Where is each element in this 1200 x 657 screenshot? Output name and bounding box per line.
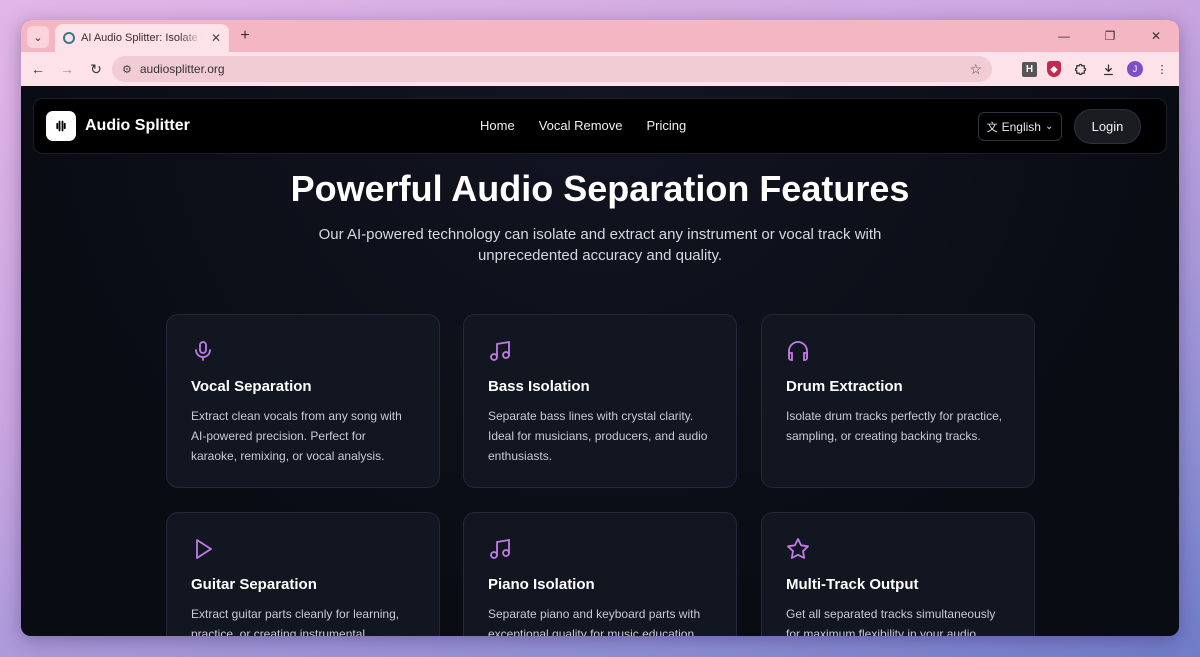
window-controls: — ❐ ✕: [1041, 20, 1179, 52]
language-select[interactable]: 文 English ⌄: [978, 112, 1062, 141]
close-window-button[interactable]: ✕: [1133, 20, 1179, 52]
tab-title: AI Audio Splitter: Isolate Vocals: [81, 32, 203, 44]
feature-description: Get all separated tracks simultaneously …: [786, 607, 996, 636]
feature-title: Piano Isolation: [488, 576, 595, 593]
feature-description: Separate piano and keyboard parts with e…: [488, 607, 701, 636]
url-text[interactable]: audiosplitter.org: [140, 62, 225, 76]
plus-icon: +: [240, 27, 250, 44]
page-subtitle: Our AI-powered technology can isolate an…: [318, 226, 882, 264]
extensions-puzzle-icon[interactable]: [1071, 60, 1089, 78]
star-icon: [787, 538, 809, 559]
site-info-icon[interactable]: ⚙: [122, 63, 132, 76]
feature-title: Drum Extraction: [786, 378, 903, 395]
feature-description: Extract clean vocals from any song with …: [191, 409, 402, 463]
site-header: Audio Splitter Home Vocal Remove Pricing…: [33, 98, 1167, 154]
back-button[interactable]: ←: [26, 57, 50, 81]
web-page: Audio Splitter Home Vocal Remove Pricing…: [21, 86, 1179, 636]
feature-title: Guitar Separation: [191, 576, 317, 593]
microphone-icon: [195, 341, 211, 361]
chevron-down-icon: ⌄: [33, 31, 43, 44]
bookmark-star-icon[interactable]: ☆: [969, 61, 982, 78]
arrow-right-icon: →: [60, 61, 74, 77]
feature-description: Isolate drum tracks perfectly for practi…: [786, 409, 1003, 443]
new-tab-button[interactable]: +: [235, 26, 255, 46]
close-icon[interactable]: ✕: [211, 31, 221, 45]
feature-description: Separate bass lines with crystal clarity…: [488, 409, 708, 463]
restore-icon: ❐: [1104, 29, 1116, 43]
extension-h-icon[interactable]: H: [1022, 61, 1037, 77]
minimize-icon: —: [1058, 29, 1070, 43]
feature-card-vocal[interactable]: Vocal Separation Extract clean vocals fr…: [166, 314, 440, 488]
arrow-left-icon: ←: [31, 61, 45, 77]
feature-title: Bass Isolation: [488, 378, 590, 395]
feature-title: Vocal Separation: [191, 378, 312, 395]
profile-avatar[interactable]: J: [1127, 61, 1143, 77]
address-bar[interactable]: ⚙ audiosplitter.org ☆: [112, 56, 992, 82]
favicon-icon: [63, 32, 75, 44]
translate-icon: 文: [986, 121, 998, 134]
browser-tab[interactable]: AI Audio Splitter: Isolate Vocals ✕: [55, 24, 229, 52]
language-label: English: [1001, 119, 1041, 134]
nav-vocal-remove[interactable]: Vocal Remove: [539, 118, 623, 133]
restore-button[interactable]: ❐: [1087, 20, 1133, 52]
tab-search-button[interactable]: ⌄: [27, 26, 49, 48]
main-nav: Home Vocal Remove Pricing: [480, 118, 686, 133]
feature-description: Extract guitar parts cleanly for learnin…: [191, 607, 400, 636]
feature-card-guitar[interactable]: Guitar Separation Extract guitar parts c…: [166, 512, 440, 636]
feature-card-bass[interactable]: Bass Isolation Separate bass lines with …: [463, 314, 737, 488]
ublock-shield-icon[interactable]: ◆: [1047, 61, 1061, 77]
music-note-icon: [490, 340, 510, 361]
tab-strip: ⌄ AI Audio Splitter: Isolate Vocals ✕ + …: [21, 20, 1179, 52]
minimize-button[interactable]: —: [1041, 20, 1087, 52]
play-icon: [196, 539, 212, 559]
close-icon: ✕: [1150, 29, 1162, 43]
feature-title: Multi-Track Output: [786, 576, 919, 593]
chevron-down-icon: ⌄: [1044, 121, 1054, 132]
login-button[interactable]: Login: [1074, 109, 1141, 144]
extensions-area: H ◆ J ⋮: [1022, 57, 1171, 81]
brand-name[interactable]: Audio Splitter: [85, 117, 190, 135]
forward-button[interactable]: →: [55, 57, 79, 81]
feature-card-piano[interactable]: Piano Isolation Separate piano and keybo…: [463, 512, 737, 636]
reload-icon: ↻: [90, 60, 102, 77]
nav-pricing[interactable]: Pricing: [647, 118, 687, 133]
download-icon[interactable]: [1099, 60, 1117, 78]
headphones-icon: [788, 341, 808, 361]
music-note-icon: [490, 538, 510, 559]
nav-home[interactable]: Home: [480, 118, 515, 133]
reload-button[interactable]: ↻: [84, 57, 108, 81]
feature-card-multitrack[interactable]: Multi-Track Output Get all separated tra…: [761, 512, 1035, 636]
page-title: Powerful Audio Separation Features: [290, 168, 910, 209]
browser-window: ⌄ AI Audio Splitter: Isolate Vocals ✕ + …: [21, 20, 1179, 636]
feature-card-drum[interactable]: Drum Extraction Isolate drum tracks perf…: [761, 314, 1035, 488]
menu-kebab-icon[interactable]: ⋮: [1153, 60, 1171, 78]
browser-toolbar: ← → ↻ ⚙ audiosplitter.org ☆ H ◆ J ⋮: [21, 52, 1179, 86]
logo[interactable]: [46, 111, 76, 141]
waveform-icon: [56, 120, 66, 132]
